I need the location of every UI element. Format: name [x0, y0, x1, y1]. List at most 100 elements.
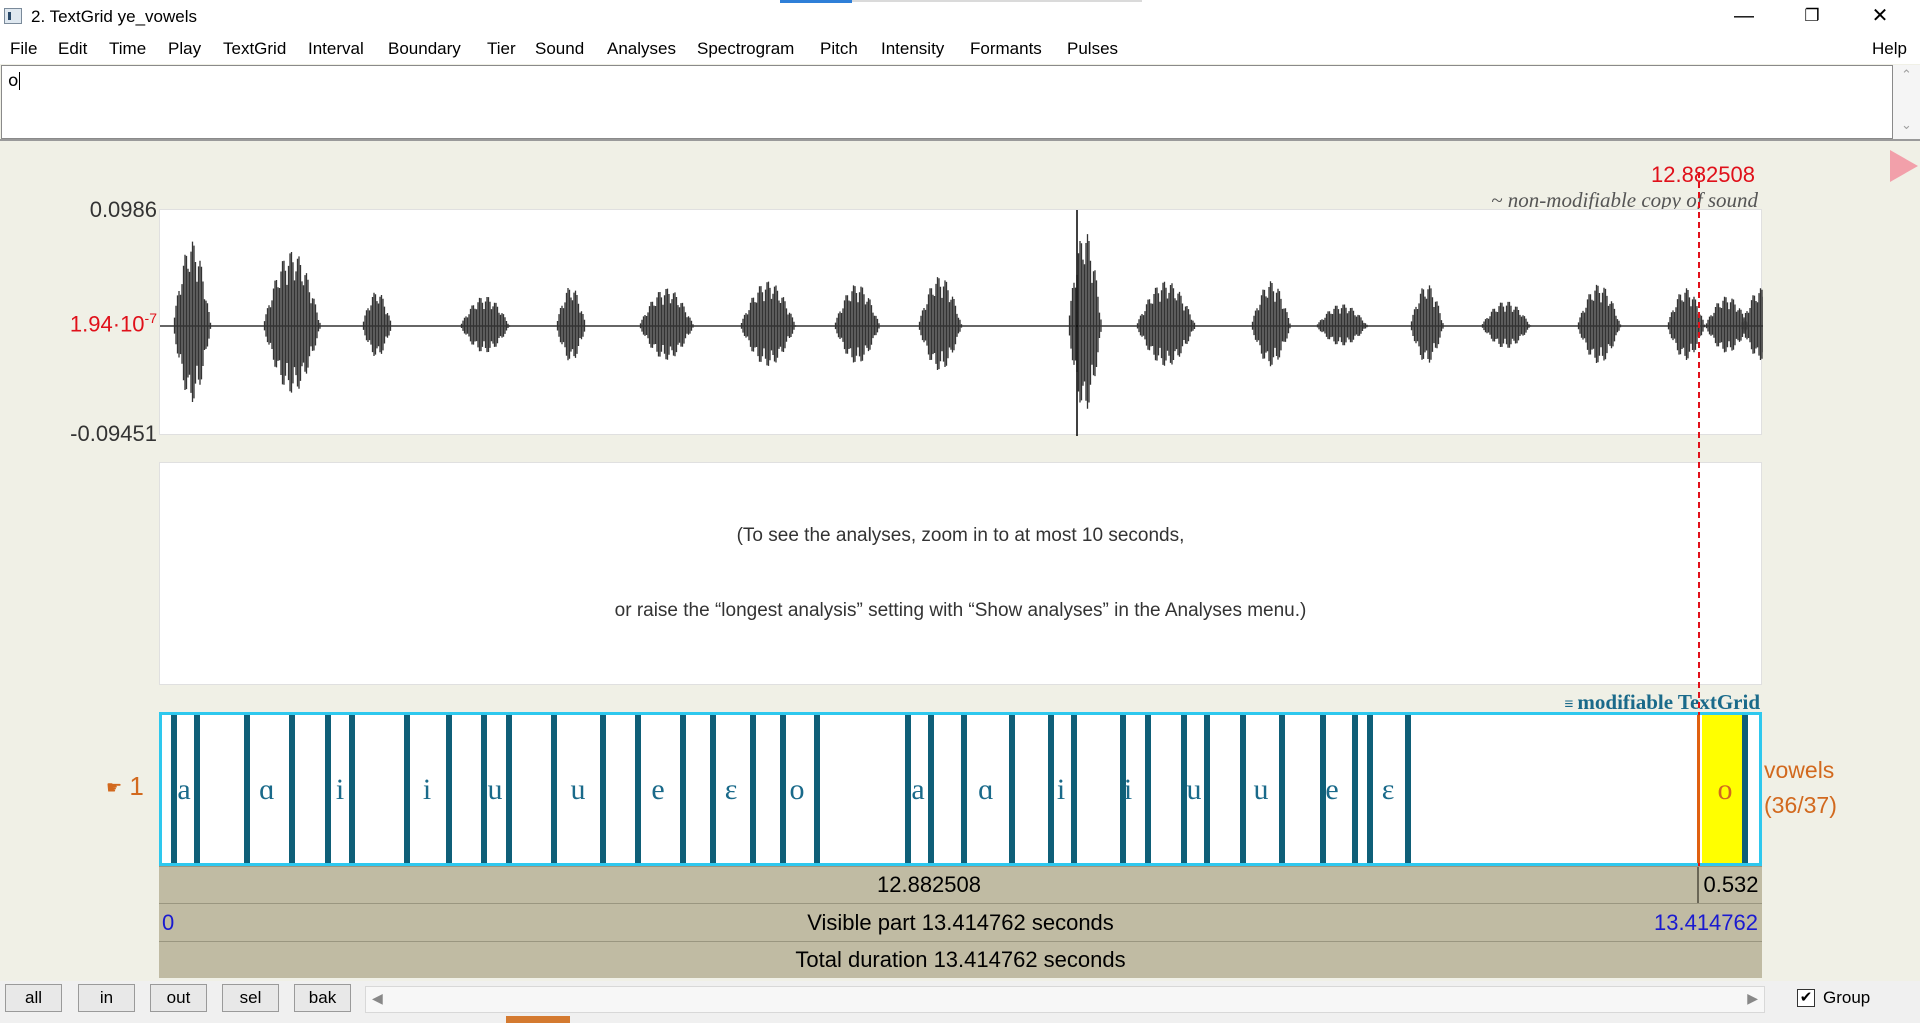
scroll-left-icon[interactable]: ◀ [372, 990, 383, 1007]
waveform-burst [362, 292, 392, 356]
interval-label: o [790, 773, 805, 806]
interval-boundary[interactable] [349, 715, 355, 863]
amplitude-max: 0.0986 [89, 197, 157, 222]
minimize-icon[interactable]: — [1710, 0, 1778, 34]
menu-help[interactable]: Help [1872, 39, 1907, 59]
play-window-icon[interactable] [1890, 150, 1918, 182]
menu-textgrid[interactable]: TextGrid [223, 39, 286, 59]
interval-boundary[interactable] [814, 715, 820, 863]
restore-icon[interactable]: ❐ [1778, 0, 1846, 34]
scroll-up-icon[interactable]: ⌃ [1901, 67, 1912, 83]
interval-label: e [1325, 773, 1338, 806]
waveform-panel[interactable] [159, 209, 1781, 436]
window-title: 2. TextGrid ye_vowels [31, 7, 197, 26]
menu-sound[interactable]: Sound [535, 39, 584, 59]
waveform-bursts [173, 234, 1781, 409]
interval-boundary[interactable] [171, 715, 177, 863]
tier-boundaries [171, 715, 1748, 863]
menu-time[interactable]: Time [109, 39, 146, 59]
interval-boundary[interactable] [1352, 715, 1358, 863]
interval-boundary[interactable] [680, 715, 686, 863]
group-checkbox[interactable]: ✔ [1797, 989, 1815, 1007]
interval-boundary[interactable] [1367, 715, 1373, 863]
total-duration: Total duration 13.414762 seconds [795, 947, 1126, 972]
tier-vowels[interactable]: aɑiiuueɛoaɑiiuueɛo [159, 712, 1762, 866]
interval-boundary[interactable] [506, 715, 512, 863]
waveform-burst [1068, 234, 1102, 409]
waveform-burst [460, 297, 511, 353]
zoom-all-button[interactable]: all [5, 984, 62, 1012]
menu-play[interactable]: Play [168, 39, 201, 59]
waveform-burst [263, 252, 321, 393]
interval-boundary[interactable] [635, 715, 641, 863]
title-accent [780, 0, 852, 3]
selection-boundary-line [1697, 715, 1700, 863]
interval-boundary[interactable] [928, 715, 934, 863]
menu-analyses[interactable]: Analyses [607, 39, 676, 59]
selection-left-duration: 12.882508 [877, 872, 981, 897]
menu-formants[interactable]: Formants [970, 39, 1042, 59]
menu-spectrogram[interactable]: Spectrogram [697, 39, 794, 59]
interval-boundary[interactable] [1405, 715, 1411, 863]
waveform-burst [1136, 281, 1196, 366]
interval-boundary[interactable] [446, 715, 452, 863]
interval-boundary[interactable] [750, 715, 756, 863]
timebar-divider [1697, 867, 1699, 903]
selection-timebar[interactable]: 12.882508 0.532 [159, 866, 1762, 903]
waveform-burst [834, 285, 880, 363]
interval-boundary[interactable] [710, 715, 716, 863]
menu-boundary[interactable]: Boundary [388, 39, 461, 59]
interval-boundary[interactable] [1071, 715, 1077, 863]
interval-boundary[interactable] [194, 715, 200, 863]
visible-timebar[interactable]: 0 Visible part 13.414762 seconds 13.4147… [159, 903, 1762, 941]
interval-boundary[interactable] [289, 715, 295, 863]
interval-label: i [336, 773, 344, 806]
interval-label: i [1124, 773, 1132, 806]
interval-text-field[interactable]: o [1, 65, 1893, 139]
interval-boundary[interactable] [780, 715, 786, 863]
zoom-out-button[interactable]: out [150, 984, 207, 1012]
zoom-back-button[interactable]: bak [294, 984, 351, 1012]
interval-boundary[interactable] [551, 715, 557, 863]
amplitude-cursor-mantissa: 1.94·10 [69, 311, 145, 337]
interval-boundary[interactable] [244, 715, 250, 863]
total-timebar[interactable]: Total duration 13.414762 seconds [159, 941, 1762, 978]
interval-label: ɑ [259, 773, 275, 806]
menu-tier[interactable]: Tier [487, 39, 516, 59]
menu-pulses[interactable]: Pulses [1067, 39, 1118, 59]
textgrid-label-text: modifiable TextGrid [1577, 690, 1760, 714]
interval-boundary[interactable] [1204, 715, 1210, 863]
interval-boundary[interactable] [404, 715, 410, 863]
interval-boundary[interactable] [1145, 715, 1151, 863]
interval-label: i [1057, 773, 1065, 806]
horizontal-scrollbar[interactable]: ◀ ▶ [365, 986, 1765, 1013]
interval-boundary[interactable] [481, 715, 487, 863]
analysis-message-line2: or raise the “longest analysis” setting … [614, 600, 1307, 621]
text-field-scrollbar[interactable]: ⌃ ⌄ [1893, 65, 1920, 139]
tier-name: vowels [1764, 757, 1835, 783]
interval-boundary[interactable] [1048, 715, 1054, 863]
menu-file[interactable]: File [10, 39, 37, 59]
menu-edit[interactable]: Edit [58, 39, 87, 59]
interval-boundary[interactable] [1240, 715, 1246, 863]
zoom-sel-button[interactable]: sel [222, 984, 279, 1012]
menu-interval[interactable]: Interval [308, 39, 364, 59]
scroll-down-icon[interactable]: ⌄ [1901, 117, 1912, 133]
selection-right-duration: 0.532 [1703, 872, 1759, 897]
interval-boundary[interactable] [961, 715, 967, 863]
waveform-burst [639, 288, 694, 360]
interval-boundary[interactable] [600, 715, 606, 863]
interval-boundary[interactable] [1742, 715, 1748, 863]
close-icon[interactable]: ✕ [1846, 0, 1914, 34]
menu-intensity[interactable]: Intensity [881, 39, 944, 59]
interval-boundary[interactable] [905, 715, 911, 863]
interval-boundary[interactable] [1009, 715, 1015, 863]
menu-pitch[interactable]: Pitch [820, 39, 858, 59]
zoom-in-button[interactable]: in [78, 984, 135, 1012]
analysis-panel[interactable]: (To see the analyses, zoom in to at most… [159, 462, 1762, 685]
interval-boundary[interactable] [325, 715, 331, 863]
waveform-burst [1251, 281, 1291, 367]
interval-label: ɑ [978, 773, 994, 806]
interval-boundary[interactable] [1279, 715, 1285, 863]
scroll-right-icon[interactable]: ▶ [1747, 990, 1758, 1007]
